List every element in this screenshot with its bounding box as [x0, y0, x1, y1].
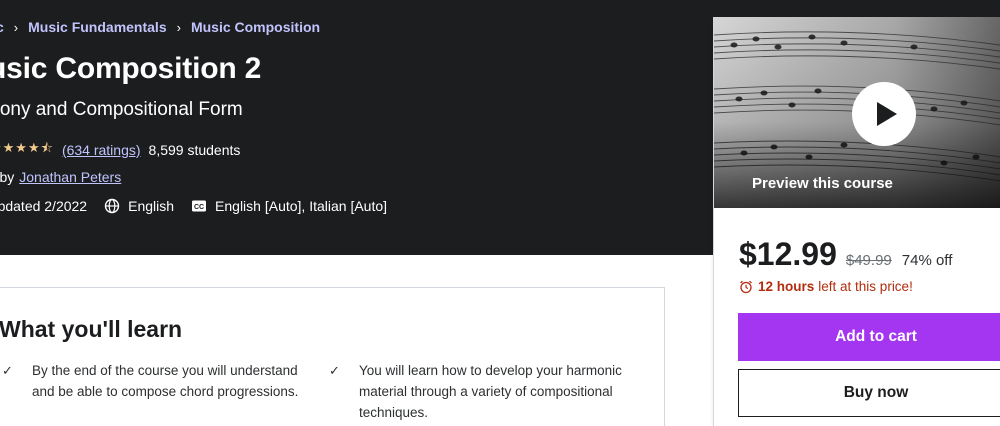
checkmark-icon: ✓ — [2, 363, 13, 378]
star-rating-icon: ★★★★⯪ — [0, 140, 54, 155]
preview-course-label[interactable]: Preview this course — [714, 175, 1000, 192]
chevron-right-icon: › — [13, 19, 19, 35]
timer-hours: 12 hours — [758, 279, 815, 294]
learn-item-text: By the end of the course you will unders… — [32, 363, 299, 399]
ratings-link[interactable]: (634 ratings) — [62, 142, 141, 158]
breadcrumb: c › Music Fundamentals › Music Compositi… — [0, 18, 320, 36]
course-preview[interactable]: Preview this course — [714, 17, 1000, 208]
purchase-sidebar: Preview this course $12.99 $49.99 74% of… — [713, 17, 1000, 426]
svg-text:CC: CC — [194, 204, 204, 211]
what-you-will-learn-title: What you'll learn — [0, 316, 183, 342]
last-updated-text: st updated 2/2022 — [0, 198, 88, 214]
current-price: $12.99 — [739, 236, 837, 272]
price-row: $12.99 $49.99 74% off — [739, 236, 952, 273]
checkmark-icon: ✓ — [329, 363, 340, 378]
timer-text: left at this price! — [818, 279, 913, 294]
language: English — [104, 198, 174, 214]
buy-now-button[interactable]: Buy now — [738, 369, 1000, 417]
learn-item: ✓ By the end of the course you will unde… — [2, 360, 322, 402]
course-subtitle: mony and Compositional Form — [0, 99, 243, 120]
globe-icon — [104, 198, 120, 214]
chevron-right-icon: › — [176, 19, 181, 35]
students-count: 8,599 students — [148, 142, 241, 158]
closed-captions-icon: CC — [192, 200, 207, 212]
last-updated: st updated 2/2022 — [0, 198, 87, 214]
course-title: usic Composition 2 — [0, 52, 262, 85]
instructor-link[interactable]: Jonathan Peters — [19, 169, 121, 185]
original-price: $49.99 — [845, 252, 892, 269]
captions-text: English [Auto], Italian [Auto] — [215, 198, 388, 214]
play-icon[interactable] — [852, 82, 916, 146]
discount-percent: 74% off — [901, 252, 953, 269]
language-text: English — [128, 198, 175, 214]
captions: CC English [Auto], Italian [Auto] — [191, 198, 387, 214]
created-by-label: ed by — [0, 169, 15, 185]
alarm-clock-icon — [740, 280, 752, 293]
course-meta: st updated 2/2022 English CC English [Au… — [0, 196, 404, 216]
learn-item: ✓ You will learn how to develop your har… — [329, 360, 649, 423]
rating-row: ★★★★⯪ (634 ratings) 8,599 students — [0, 140, 241, 159]
breadcrumb-item-music-composition[interactable]: Music Composition — [191, 19, 320, 35]
breadcrumb-item-music-fundamentals[interactable]: Music Fundamentals — [28, 19, 166, 35]
breadcrumb-item-root[interactable]: c — [0, 19, 4, 35]
learn-item-text: You will learn how to develop your harmo… — [359, 363, 622, 420]
price-timer: 12 hours left at this price! — [739, 279, 913, 294]
created-by: ed by Jonathan Peters — [0, 169, 121, 185]
add-to-cart-button[interactable]: Add to cart — [738, 313, 1000, 361]
